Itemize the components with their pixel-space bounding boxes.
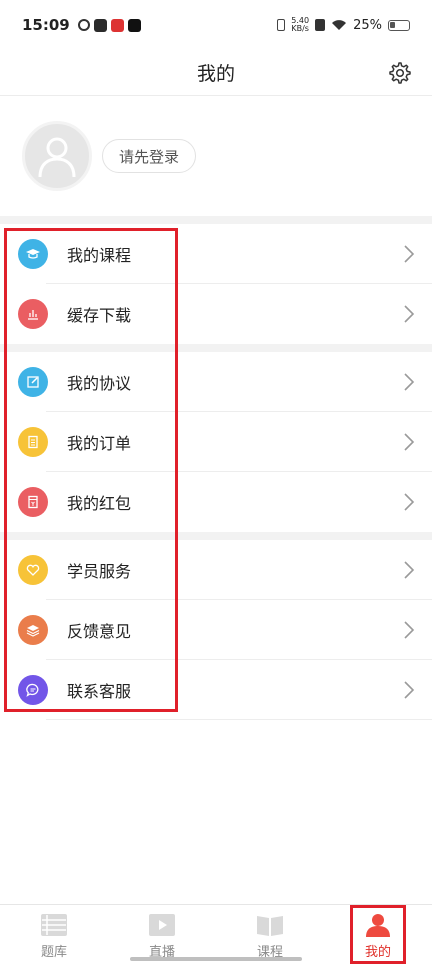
app-notification-icon bbox=[110, 18, 124, 32]
stack-icon bbox=[18, 615, 48, 645]
status-time: 15:09 bbox=[22, 16, 70, 34]
chevron-right-icon bbox=[404, 493, 415, 511]
nav-item-courses[interactable]: 课程 bbox=[216, 905, 324, 964]
nav-label: 我的 bbox=[364, 945, 391, 960]
document-icon bbox=[18, 427, 48, 457]
wifi-icon bbox=[332, 20, 347, 30]
menu-label: 学员服务 bbox=[67, 562, 132, 581]
chevron-right-icon bbox=[404, 305, 415, 323]
chevron-right-icon bbox=[404, 621, 415, 639]
chevron-right-icon bbox=[404, 373, 415, 391]
menu-label: 我的红包 bbox=[67, 494, 132, 513]
menu-item-contact-support[interactable]: 联系客服 bbox=[0, 660, 432, 720]
menu-item-cache-download[interactable]: 缓存下载 bbox=[0, 284, 432, 344]
tiktok-icon bbox=[127, 18, 141, 32]
battery-percent: 25% bbox=[353, 17, 382, 33]
chat-bubble-icon bbox=[18, 675, 48, 705]
chevron-right-icon bbox=[404, 433, 415, 451]
battery-icon bbox=[388, 19, 410, 31]
bar-chart-icon bbox=[18, 299, 48, 329]
book-icon bbox=[257, 916, 283, 936]
nav-item-question-bank[interactable]: 题库 bbox=[0, 905, 108, 964]
heart-icon bbox=[18, 555, 48, 585]
net-speed-unit: KB/s bbox=[291, 24, 309, 33]
menu-item-student-services[interactable]: 学员服务 bbox=[0, 540, 432, 600]
login-button[interactable]: 请先登录 bbox=[102, 139, 197, 173]
settings-button[interactable] bbox=[386, 59, 414, 87]
menu-label: 我的课程 bbox=[67, 246, 132, 265]
menu-item-my-courses[interactable]: 我的课程 bbox=[0, 224, 432, 284]
user-placeholder-icon bbox=[38, 137, 76, 178]
nav-label: 题库 bbox=[40, 945, 67, 960]
graduation-cap-icon bbox=[18, 239, 48, 269]
section-divider bbox=[0, 532, 432, 540]
notification-icons bbox=[77, 18, 141, 32]
row-divider bbox=[46, 719, 432, 720]
page-header: 我的 bbox=[0, 50, 432, 96]
gear-icon bbox=[389, 62, 411, 84]
red-packet-icon bbox=[18, 487, 48, 517]
menu-label: 我的订单 bbox=[67, 434, 132, 453]
edit-icon bbox=[18, 367, 48, 397]
section-divider bbox=[0, 344, 432, 352]
menu-label: 缓存下载 bbox=[67, 306, 132, 325]
bottom-nav: 题库 直播 课程 我的 bbox=[0, 904, 432, 964]
profile-section: 请先登录 bbox=[0, 96, 432, 216]
list-icon bbox=[41, 914, 67, 936]
network-speed: 5.40 KB/s bbox=[291, 17, 309, 33]
chevron-right-icon bbox=[404, 561, 415, 579]
menu-item-my-agreements[interactable]: 我的协议 bbox=[0, 352, 432, 412]
menu-item-feedback[interactable]: 反馈意见 bbox=[0, 600, 432, 660]
status-right: 5.40 KB/s 25% bbox=[277, 17, 410, 33]
play-icon bbox=[149, 914, 175, 936]
menu-item-my-orders[interactable]: 我的订单 bbox=[0, 412, 432, 472]
nav-item-live[interactable]: 直播 bbox=[108, 905, 216, 964]
chevron-right-icon bbox=[404, 681, 415, 699]
menu-label: 我的协议 bbox=[67, 374, 132, 393]
person-icon bbox=[366, 914, 390, 937]
vibrate-icon bbox=[277, 19, 286, 31]
sim-icon bbox=[315, 19, 326, 31]
status-bar: 15:09 5.40 KB/s 25% bbox=[0, 0, 432, 50]
menu-label: 反馈意见 bbox=[67, 622, 132, 641]
home-indicator[interactable] bbox=[130, 957, 302, 961]
avatar[interactable] bbox=[22, 121, 92, 191]
menu-item-my-red-packets[interactable]: 我的红包 bbox=[0, 472, 432, 532]
menu-label: 联系客服 bbox=[67, 682, 132, 701]
section-divider bbox=[0, 216, 432, 224]
page-title: 我的 bbox=[196, 63, 235, 85]
chevron-right-icon bbox=[404, 245, 415, 263]
nav-item-mine[interactable]: 我的 bbox=[324, 905, 432, 964]
app-notification-icon bbox=[77, 19, 90, 31]
app-notification-icon bbox=[93, 18, 107, 32]
